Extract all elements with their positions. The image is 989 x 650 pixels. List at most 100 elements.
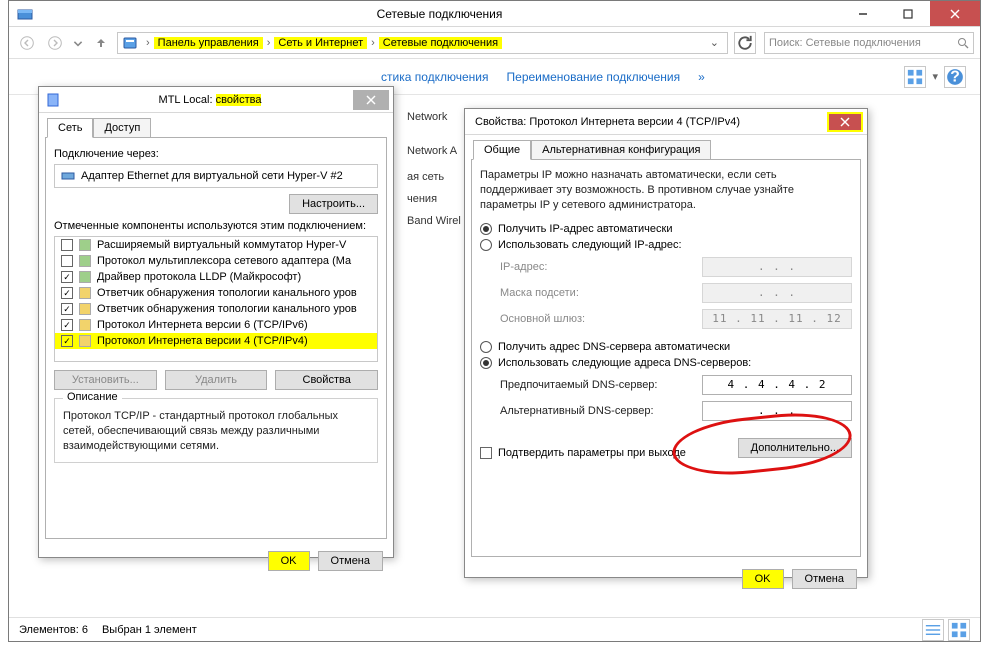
chevron-right-icon: › bbox=[265, 37, 273, 49]
maximize-button[interactable] bbox=[885, 1, 930, 26]
radio-icon bbox=[480, 239, 492, 251]
radio-icon bbox=[480, 223, 492, 235]
ok-button[interactable]: OK bbox=[742, 569, 784, 589]
tab-content: Подключение через: Адаптер Ethernet для … bbox=[45, 137, 387, 539]
advanced-button[interactable]: Дополнительно... bbox=[738, 438, 852, 458]
tab-alternative[interactable]: Альтернативная конфигурация bbox=[531, 140, 711, 160]
dns2-field[interactable]: . . . bbox=[702, 401, 852, 421]
icons-view-button[interactable] bbox=[948, 619, 970, 641]
refresh-button[interactable] bbox=[734, 32, 756, 54]
mask-label: Маска подсети: bbox=[500, 287, 702, 299]
dialog-titlebar: MTL Local: свойства bbox=[39, 87, 393, 113]
tab-access[interactable]: Доступ bbox=[93, 118, 151, 138]
checkbox[interactable] bbox=[61, 335, 73, 347]
dialog-title: MTL Local: свойства bbox=[67, 94, 353, 106]
components-label: Отмеченные компоненты используются этим … bbox=[54, 220, 378, 232]
protocol-icon bbox=[79, 287, 91, 299]
protocol-icon bbox=[79, 319, 91, 331]
radio-ip-auto[interactable]: Получить IP-адрес автоматически bbox=[480, 223, 852, 235]
cancel-button[interactable]: Отмена bbox=[792, 569, 857, 589]
description-text: Протокол TCP/IP - стандартный протокол г… bbox=[63, 409, 369, 454]
adapter-properties-dialog: MTL Local: свойства Сеть Доступ Подключе… bbox=[38, 86, 394, 558]
tabs: Общие Альтернативная конфигурация bbox=[465, 135, 867, 159]
tab-content: Параметры IP можно назначать автоматичес… bbox=[471, 159, 861, 557]
search-icon bbox=[957, 37, 969, 49]
window-icon bbox=[17, 6, 33, 22]
radio-ip-manual[interactable]: Использовать следующий IP-адрес: bbox=[480, 239, 852, 251]
dns1-field[interactable]: 4 . 4 . 4 . 2 bbox=[702, 375, 852, 395]
tabs: Сеть Доступ bbox=[39, 113, 393, 137]
protocol-icon bbox=[79, 255, 91, 267]
protocol-icon bbox=[79, 271, 91, 283]
view-dropdown[interactable]: ▾ bbox=[932, 66, 938, 88]
history-dropdown[interactable] bbox=[71, 31, 85, 55]
dialog-icon bbox=[45, 92, 61, 108]
crumb-network[interactable]: Сеть и Интернет bbox=[274, 37, 367, 49]
radio-dns-auto[interactable]: Получить адрес DNS-сервера автоматически bbox=[480, 341, 852, 353]
checkbox[interactable] bbox=[61, 319, 73, 331]
back-button[interactable] bbox=[15, 31, 39, 55]
cmd-diagnose[interactable]: стика подключения bbox=[381, 70, 489, 84]
address-dropdown[interactable]: ⌄ bbox=[706, 36, 723, 49]
remove-button[interactable]: Удалить bbox=[165, 370, 268, 390]
list-item[interactable]: Протокол Интернета версии 6 (TCP/IPv6) bbox=[55, 317, 377, 333]
ok-button[interactable]: OK bbox=[268, 551, 310, 571]
install-button[interactable]: Установить... bbox=[54, 370, 157, 390]
list-item[interactable]: Ответчик обнаружения топологии канальног… bbox=[55, 301, 377, 317]
dialog-buttons: OK Отмена bbox=[465, 563, 867, 595]
status-bar: Элементов: 6 Выбран 1 элемент bbox=[9, 617, 980, 641]
cmd-rename[interactable]: Переименование подключения bbox=[507, 70, 681, 84]
tab-network[interactable]: Сеть bbox=[47, 118, 93, 138]
cmd-more[interactable]: » bbox=[698, 70, 705, 84]
dns-fields: Предпочитаемый DNS-сервер: 4 . 4 . 4 . 2… bbox=[500, 375, 852, 421]
description-title: Описание bbox=[63, 391, 122, 403]
forward-button[interactable] bbox=[43, 31, 67, 55]
details-view-button[interactable] bbox=[922, 619, 944, 641]
selection-count: Выбран 1 элемент bbox=[102, 624, 197, 636]
checkbox-icon bbox=[480, 447, 492, 459]
tab-general[interactable]: Общие bbox=[473, 140, 531, 160]
protocol-icon bbox=[79, 335, 91, 347]
validate-checkbox[interactable]: Подтвердить параметры при выходе bbox=[480, 447, 686, 459]
help-button[interactable]: ? bbox=[944, 66, 966, 88]
list-item-selected[interactable]: Протокол Интернета версии 4 (TCP/IPv4) bbox=[55, 333, 377, 349]
ip-fields: IP-адрес: . . . Маска подсети: . . . Осн… bbox=[500, 257, 852, 329]
window-title: Сетевые подключения bbox=[39, 7, 840, 21]
titlebar: Сетевые подключения bbox=[9, 1, 980, 27]
minimize-button[interactable] bbox=[840, 1, 885, 26]
location-icon bbox=[122, 35, 138, 51]
crumb-connections[interactable]: Сетевые подключения bbox=[379, 37, 502, 49]
protocol-icon bbox=[79, 239, 91, 251]
close-button[interactable] bbox=[930, 1, 980, 26]
checkbox[interactable] bbox=[61, 255, 73, 267]
checkbox[interactable] bbox=[61, 271, 73, 283]
component-buttons: Установить... Удалить Свойства bbox=[54, 370, 378, 390]
connect-via-label: Подключение через: bbox=[54, 148, 378, 160]
radio-icon bbox=[480, 357, 492, 369]
radio-dns-manual[interactable]: Использовать следующие адреса DNS-сервер… bbox=[480, 357, 852, 369]
list-item[interactable]: Протокол мультиплексора сетевого адаптер… bbox=[55, 253, 377, 269]
properties-button[interactable]: Свойства bbox=[275, 370, 378, 390]
checkbox[interactable] bbox=[61, 287, 73, 299]
cancel-button[interactable]: Отмена bbox=[318, 551, 383, 571]
description-group: Описание Протокол TCP/IP - стандартный п… bbox=[54, 398, 378, 463]
components-list[interactable]: Расширяемый виртуальный коммутатор Hyper… bbox=[54, 236, 378, 362]
search-input[interactable]: Поиск: Сетевые подключения bbox=[764, 32, 974, 54]
close-button[interactable] bbox=[353, 90, 389, 110]
list-item[interactable]: Ответчик обнаружения топологии канальног… bbox=[55, 285, 377, 301]
ip-field[interactable]: . . . bbox=[702, 257, 852, 277]
crumb-control-panel[interactable]: Панель управления bbox=[154, 37, 263, 49]
gateway-field[interactable]: 11 . 11 . 11 . 12 bbox=[702, 309, 852, 329]
close-button[interactable] bbox=[827, 112, 863, 132]
list-item[interactable]: Драйвер протокола LLDP (Майкрософт) bbox=[55, 269, 377, 285]
checkbox[interactable] bbox=[61, 303, 73, 315]
up-button[interactable] bbox=[89, 31, 113, 55]
list-item[interactable]: Расширяемый виртуальный коммутатор Hyper… bbox=[55, 237, 377, 253]
checkbox[interactable] bbox=[61, 239, 73, 251]
adapter-icon bbox=[61, 169, 75, 183]
mask-field[interactable]: . . . bbox=[702, 283, 852, 303]
configure-button[interactable]: Настроить... bbox=[289, 194, 378, 214]
breadcrumb[interactable]: › Панель управления › Сеть и Интернет › … bbox=[117, 32, 728, 54]
view-options-button[interactable] bbox=[904, 66, 926, 88]
window-buttons bbox=[840, 1, 980, 26]
